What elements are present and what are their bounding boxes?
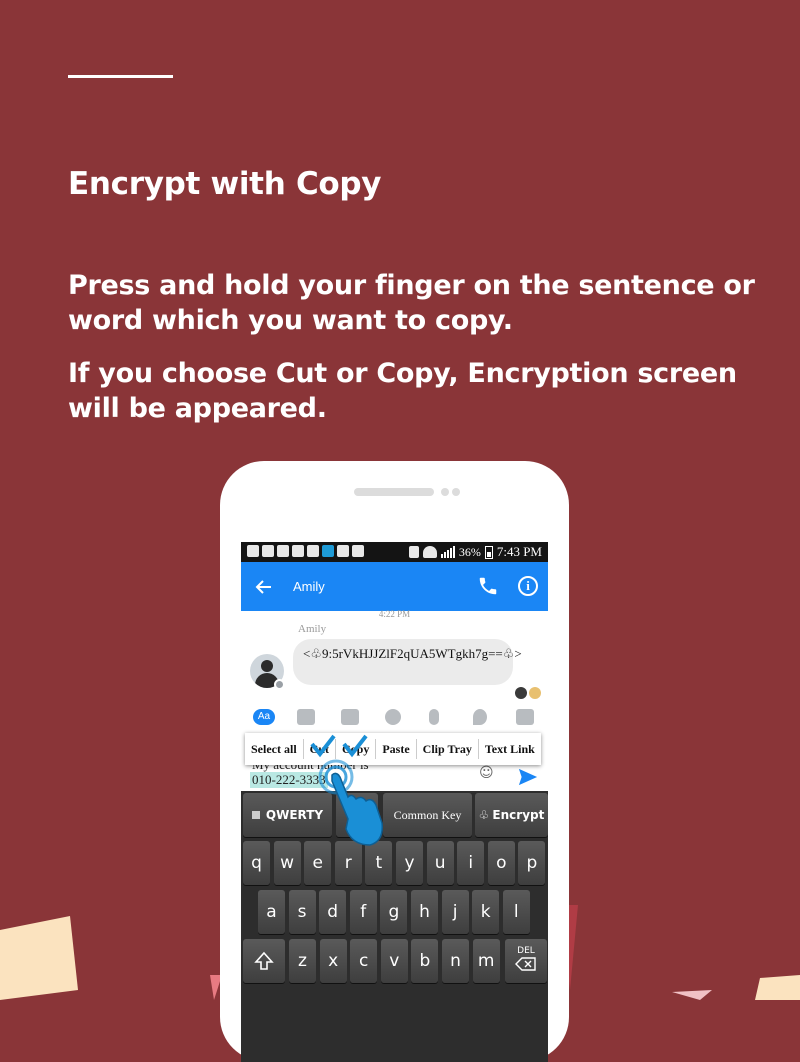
backspace-icon — [515, 957, 536, 971]
menu-item-text-link[interactable]: Text Link — [479, 739, 541, 759]
notification-icons — [247, 545, 364, 557]
keyboard-icon — [277, 545, 289, 557]
key-h[interactable]: h — [411, 890, 438, 934]
shift-arrow-icon — [254, 951, 274, 970]
arrow-left-icon[interactable] — [255, 578, 273, 596]
notification-icon — [247, 545, 259, 557]
selected-text[interactable]: 010-222-3333 — [250, 772, 328, 788]
image-icon — [307, 545, 319, 557]
shift-key[interactable] — [243, 939, 285, 983]
app-bar: Amily i — [241, 562, 548, 611]
menu-item-select-all[interactable]: Select all — [245, 739, 304, 759]
vibrate-icon — [408, 546, 419, 558]
facebook-icon — [262, 545, 274, 557]
status-bar: 36% 7:43 PM — [241, 542, 548, 562]
phone-icon[interactable] — [477, 575, 499, 597]
seen-avatar-icon — [529, 687, 541, 699]
chat-area: 4:22 PM Amily <♧9:5rVkHJJZlF2qUA5WTgkh7g… — [241, 609, 548, 706]
key-n[interactable]: n — [442, 939, 469, 983]
location-icon[interactable] — [473, 709, 487, 725]
menu-item-clip-tray[interactable]: Clip Tray — [417, 739, 479, 759]
microphone-icon[interactable] — [429, 709, 439, 725]
key-a[interactable]: a — [258, 890, 285, 934]
gallery-icon — [337, 545, 349, 557]
key-c[interactable]: c — [350, 939, 378, 983]
keyboard: QWERTY Common Key ♧ Encrypt qwertyuiop as… — [241, 791, 548, 1062]
usb-icon — [292, 545, 304, 557]
lock-icon — [322, 545, 334, 557]
signal-icon — [440, 546, 455, 558]
seen-avatar-icon — [515, 687, 527, 699]
text-style-icon[interactable]: Aa — [253, 709, 275, 725]
instruction-paragraph-1: Press and hold your finger on the senten… — [68, 270, 755, 336]
phone-speaker — [354, 488, 434, 496]
key-g[interactable]: g — [380, 890, 408, 934]
key-m[interactable]: m — [472, 939, 500, 983]
key-j[interactable]: j — [441, 890, 469, 934]
key-b[interactable]: b — [411, 939, 439, 983]
key-p[interactable]: p — [518, 841, 546, 885]
clover-icon: ♧ — [478, 808, 490, 822]
key-k[interactable]: k — [472, 890, 500, 934]
phone-mockup: 36% 7:43 PM Amily i 4:22 PM Amily <♧9:5r… — [220, 461, 569, 1062]
common-key-button[interactable]: Common Key — [383, 793, 472, 837]
info-icon[interactable]: i — [518, 576, 538, 596]
accent-line — [68, 75, 173, 78]
phone-sensor — [441, 488, 449, 496]
phone-camera — [452, 488, 460, 496]
wifi-icon — [422, 546, 437, 558]
camera-icon[interactable] — [297, 709, 315, 725]
emoji-icon[interactable] — [385, 709, 401, 725]
key-d[interactable]: d — [319, 890, 347, 934]
battery-icon — [484, 545, 493, 559]
keyboard-mode-icon — [251, 811, 260, 819]
menu-item-paste[interactable]: Paste — [376, 739, 417, 759]
key-u[interactable]: u — [426, 841, 454, 885]
presence-dot — [274, 679, 285, 690]
sender-name: Amily — [298, 623, 327, 635]
page-title: Encrypt with Copy — [68, 166, 382, 202]
key-z[interactable]: z — [289, 939, 316, 983]
encrypt-mode-key[interactable]: ♧ Encrypt — [475, 793, 548, 837]
status-right: 36% 7:43 PM — [408, 544, 542, 560]
battery-percent: 36% — [458, 544, 481, 559]
gallery-icon[interactable] — [341, 709, 359, 725]
key-x[interactable]: x — [319, 939, 347, 983]
status-time: 7:43 PM — [496, 544, 542, 559]
message-timestamp: 4:22 PM — [378, 609, 411, 619]
phone-screen: 36% 7:43 PM Amily i 4:22 PM Amily <♧9:5r… — [241, 542, 548, 1062]
delete-key[interactable]: DEL — [505, 939, 547, 983]
seen-indicators — [515, 687, 541, 699]
key-w[interactable]: w — [273, 841, 301, 885]
key-v[interactable]: v — [380, 939, 408, 983]
screenshot-icon — [352, 545, 364, 557]
key-y[interactable]: y — [396, 841, 423, 885]
tap-hand-icon — [318, 759, 383, 846]
message-input[interactable]: My account number is 010-222-3333 ☺ — [241, 757, 548, 791]
key-o[interactable]: o — [487, 841, 515, 885]
key-i[interactable]: i — [457, 841, 485, 885]
more-icon[interactable] — [516, 709, 534, 725]
key-f[interactable]: f — [349, 890, 377, 934]
send-icon[interactable] — [517, 767, 539, 787]
instruction-paragraph-2: If you choose Cut or Copy, Encryption sc… — [68, 358, 737, 424]
key-q[interactable]: q — [243, 841, 270, 885]
composer-toolbar: Aa — [241, 706, 548, 728]
encrypted-message-bubble[interactable]: <♧9:5rVkHJJZlF2qUA5WTgkh7g==♧> — [293, 639, 522, 685]
key-l[interactable]: l — [502, 890, 530, 934]
text-context-menu: Select all Cut Copy Paste Clip Tray Text… — [245, 733, 541, 765]
emoji-icon[interactable]: ☺ — [479, 765, 497, 783]
key-s[interactable]: s — [288, 890, 316, 934]
contact-name[interactable]: Amily — [293, 579, 325, 594]
